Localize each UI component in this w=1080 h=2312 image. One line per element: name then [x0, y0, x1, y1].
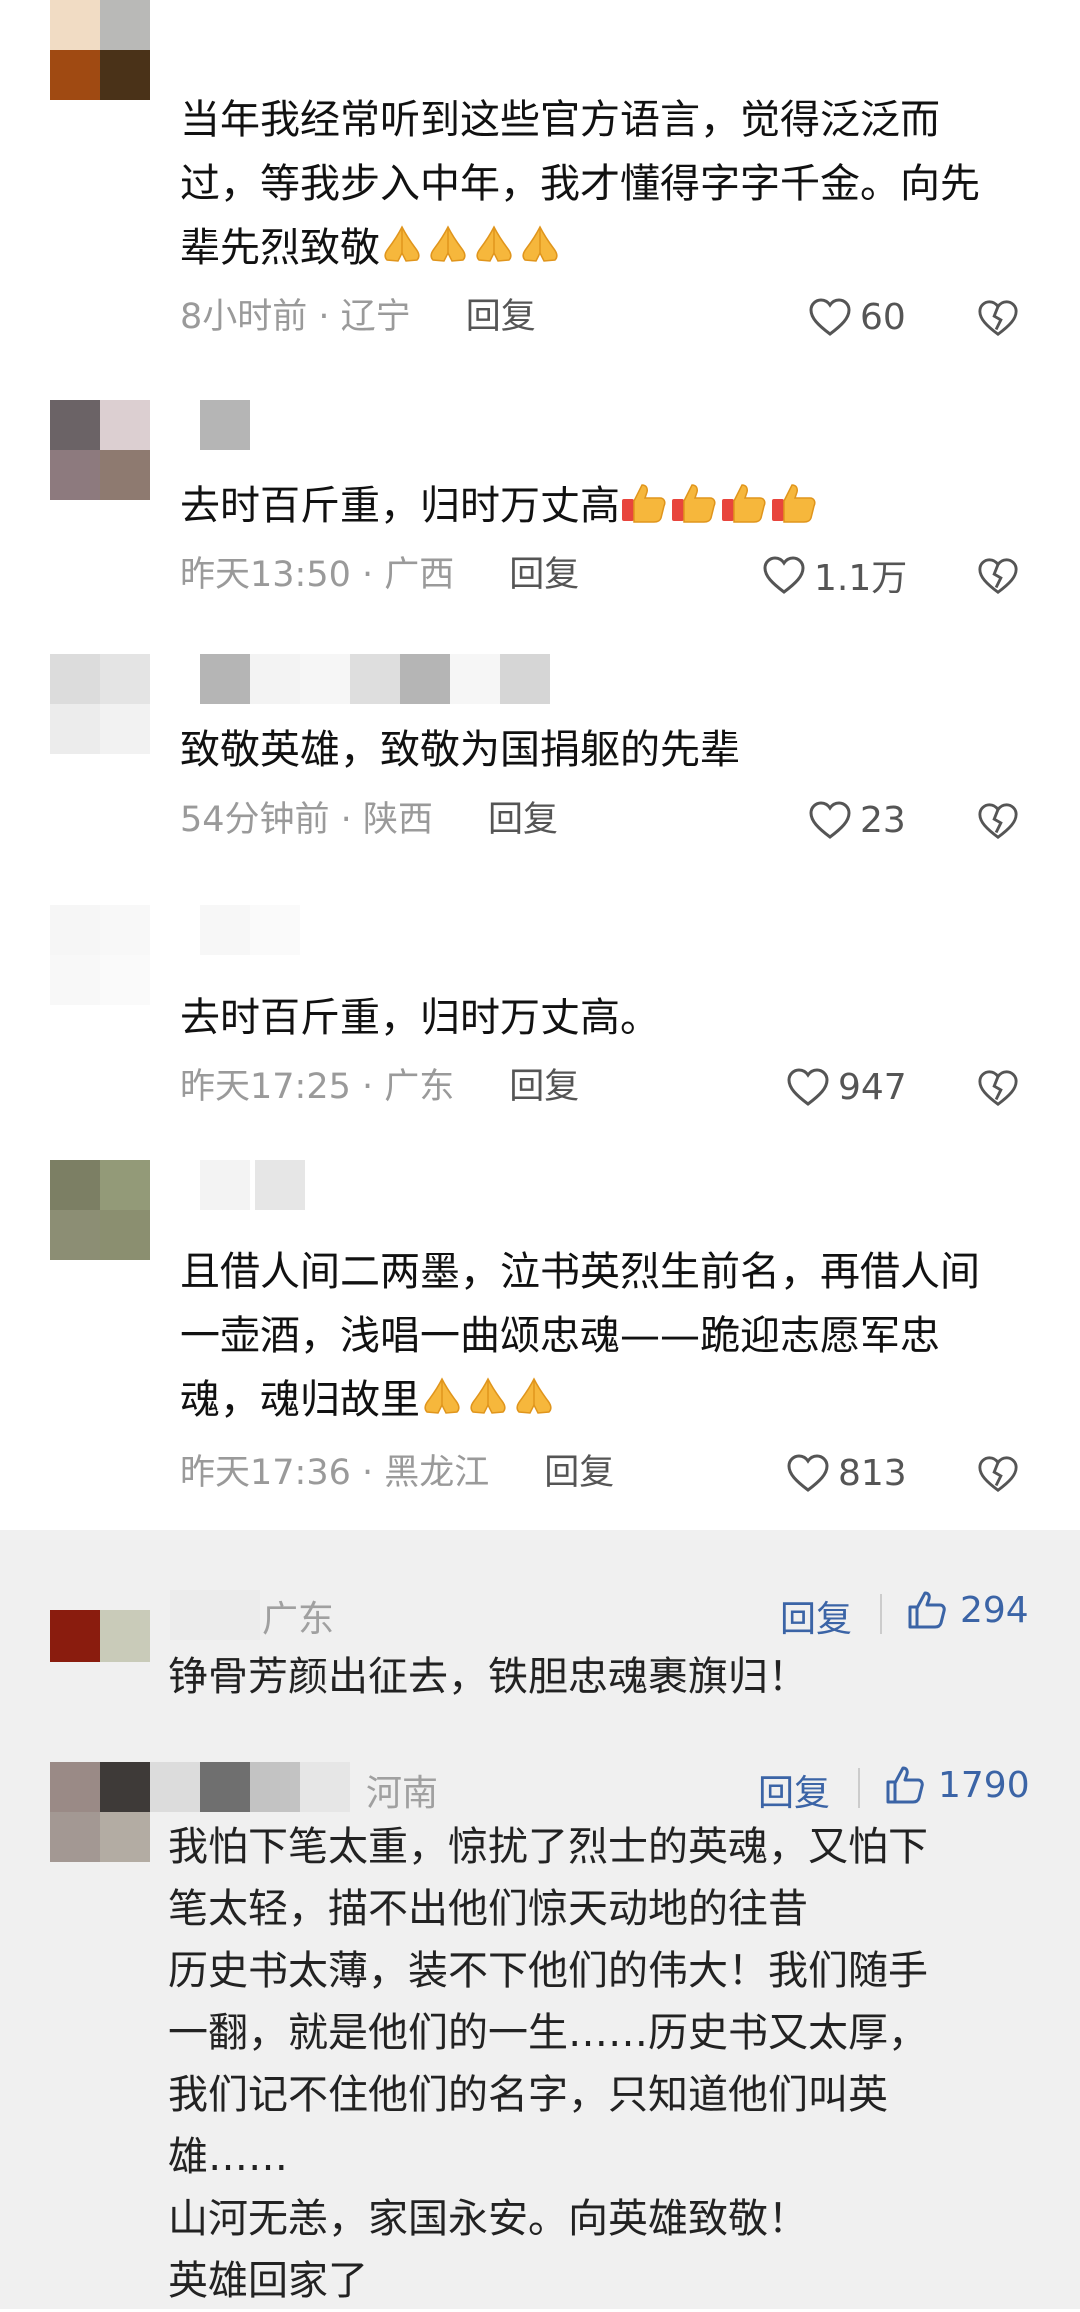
comment-text: 去时百斤重，归时万丈高。 — [180, 995, 660, 1041]
avatar[interactable] — [50, 1610, 150, 1662]
reply-button[interactable]: 回复 — [509, 1067, 579, 1107]
thumbs-up-emoji-icon — [670, 480, 718, 544]
reply-location: 广东 — [262, 1599, 335, 1640]
reply-line: 笔太轻，描不出他们惊天动地的往昔 — [168, 1886, 808, 1932]
pray-emoji-icon — [426, 222, 470, 286]
comment-time: 8小时前 — [180, 297, 308, 337]
comment-text: 且借人间二两墨，泣书英烈生前名，再借人间一壶酒，浅唱一曲颂忠魂——跪迎志愿军忠魂… — [180, 1240, 1010, 1438]
like-count: 1.1万 — [814, 558, 908, 599]
like-button[interactable]: 1.1万 — [762, 550, 907, 600]
thumbs-up-outline-icon — [886, 1766, 924, 1804]
pray-emoji — [380, 225, 564, 271]
comment-location: 广西 — [384, 555, 455, 595]
thumbs-up-emoji — [620, 483, 820, 529]
reply-line: 一翻，就是他们的一生……历史书又太厚， — [168, 2010, 928, 2056]
pray-emoji-icon — [420, 1374, 464, 1438]
heart-outline-icon — [809, 801, 851, 839]
broken-heart-icon[interactable] — [977, 800, 1019, 842]
like-button[interactable]: 23 — [808, 795, 906, 845]
avatar[interactable] — [50, 905, 150, 1005]
reply-button[interactable]: 回复 — [488, 800, 558, 840]
reply-text: 铮骨芳颜出征去，铁胆忠魂裹旗归！ — [168, 1646, 1048, 1708]
username-blurred[interactable] — [170, 1590, 260, 1640]
like-count: 60 — [860, 296, 906, 338]
avatar[interactable] — [50, 400, 150, 500]
divider — [858, 1768, 860, 1808]
comment-text: 致敬英雄，致敬为国捐躯的先辈 — [180, 727, 740, 773]
avatar[interactable] — [50, 654, 150, 754]
reply-line: 历史书太薄，装不下他们的伟大！我们随手 — [168, 1948, 928, 1994]
like-button[interactable]: 813 — [786, 1448, 907, 1498]
reply-line: 我怕下笔太重，惊扰了烈士的英魂，又怕下 — [168, 1824, 928, 1870]
comment-time: 昨天17:36 — [180, 1453, 351, 1493]
broken-heart-icon[interactable] — [977, 1067, 1019, 1109]
like-count: 1790 — [938, 1764, 1030, 1806]
heart-outline-icon — [787, 1068, 829, 1106]
comment-meta: 昨天17:25 · 广东 回复 — [180, 1067, 580, 1107]
username-blurred[interactable] — [150, 1762, 350, 1812]
like-button[interactable]: 1790 — [884, 1760, 1030, 1810]
reply-button[interactable]: 回复 — [509, 555, 579, 595]
username-blurred[interactable] — [200, 400, 255, 450]
like-count: 947 — [838, 1066, 907, 1108]
like-count: 813 — [838, 1452, 907, 1494]
like-count: 294 — [960, 1589, 1029, 1631]
username-blurred[interactable] — [200, 654, 560, 704]
thumbs-up-emoji-icon — [620, 480, 668, 544]
reply-button[interactable]: 回复 — [466, 297, 536, 337]
comment-meta: 昨天13:50 · 广西 回复 — [180, 555, 580, 595]
comment-location: 黑龙江 — [384, 1453, 490, 1493]
pray-emoji — [420, 1377, 558, 1423]
avatar[interactable] — [50, 1762, 150, 1862]
like-button[interactable]: 60 — [808, 292, 906, 342]
comment-time: 昨天17:25 — [180, 1067, 351, 1107]
comment-text: 当年我经常听到这些官方语言，觉得泛泛而过，等我步入中年，我才懂得字字千金。向先辈… — [180, 88, 1010, 286]
reply-line: 山河无恙，家国永安。向英雄致敬！ — [168, 2196, 808, 2242]
pray-emoji-icon — [512, 1374, 556, 1438]
reply-line: 雄…… — [168, 2134, 288, 2180]
comment-location: 陕西 — [362, 800, 433, 840]
comment-meta: 昨天17:36 · 黑龙江 回复 — [180, 1453, 615, 1493]
reply-button[interactable]: 回复 — [780, 1590, 852, 1642]
divider — [880, 1594, 882, 1634]
comment-meta: 54分钟前 · 陕西 回复 — [180, 800, 558, 840]
reply-button[interactable]: 回复 — [758, 1764, 830, 1816]
pray-emoji-icon — [472, 222, 516, 286]
username-blurred[interactable] — [200, 1160, 305, 1210]
heart-outline-icon — [787, 1454, 829, 1492]
reply-line: 铮骨芳颜出征去，铁胆忠魂裹旗归！ — [168, 1654, 808, 1700]
thumbs-up-emoji-icon — [720, 480, 768, 544]
avatar[interactable] — [50, 1160, 150, 1260]
reply-location: 河南 — [366, 1773, 439, 1814]
pray-emoji-icon — [466, 1374, 510, 1438]
pray-emoji-icon — [380, 222, 424, 286]
broken-heart-icon[interactable] — [977, 555, 1019, 597]
comment-location: 广东 — [384, 1067, 455, 1107]
comment-time: 54分钟前 — [180, 800, 330, 840]
avatar[interactable] — [50, 0, 150, 100]
like-button[interactable]: 294 — [906, 1585, 1029, 1635]
heart-outline-icon — [809, 298, 851, 336]
comment-time: 昨天13:50 — [180, 555, 351, 595]
reply-text: 我怕下笔太重，惊扰了烈士的英魂，又怕下 笔太轻，描不出他们惊天动地的往昔 历史书… — [168, 1816, 1048, 2312]
reply-line: 我们记不住他们的名字，只知道他们叫英 — [168, 2072, 888, 2118]
comment-location: 辽宁 — [340, 297, 411, 337]
like-button[interactable]: 947 — [786, 1062, 907, 1112]
thumbs-up-outline-icon — [908, 1591, 946, 1629]
broken-heart-icon[interactable] — [977, 297, 1019, 339]
pray-emoji-icon — [518, 222, 562, 286]
reply-button[interactable]: 回复 — [544, 1453, 614, 1493]
comment-text: 去时百斤重，归时万丈高 — [180, 474, 1010, 544]
thumbs-up-emoji-icon — [770, 480, 818, 544]
comment-meta: 8小时前 · 辽宁 回复 — [180, 297, 536, 337]
heart-outline-icon — [763, 556, 805, 594]
broken-heart-icon[interactable] — [977, 1453, 1019, 1495]
like-count: 23 — [860, 799, 906, 841]
reply-line: 英雄回家了 — [168, 2258, 368, 2304]
username-blurred[interactable] — [200, 905, 310, 955]
